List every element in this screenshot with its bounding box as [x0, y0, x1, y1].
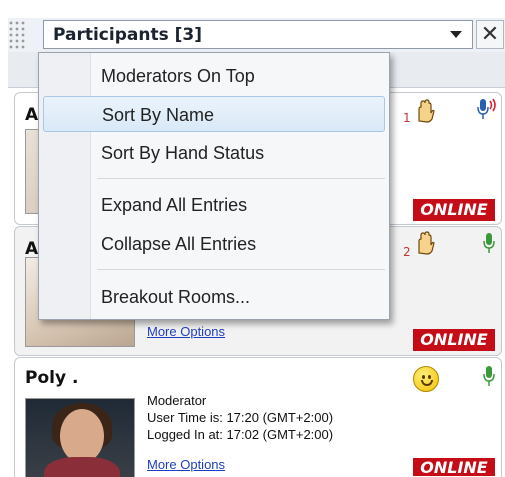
microphone-icon[interactable]	[481, 364, 497, 388]
panel-title: Participants [3]	[53, 24, 202, 45]
microphone-icon[interactable]	[481, 231, 497, 255]
menu-item-moderators-on-top[interactable]: Moderators On Top	[43, 58, 385, 94]
hand-queue-number: 2	[403, 245, 411, 259]
raised-hand-icon[interactable]	[415, 99, 435, 123]
microphone-muted-icon[interactable]	[475, 97, 499, 121]
menu-separator	[97, 269, 385, 270]
participant-name: A	[25, 239, 39, 259]
menu-item-collapse-all[interactable]: Collapse All Entries	[43, 226, 385, 262]
smiley-icon[interactable]	[413, 366, 439, 392]
participant-name: A	[25, 105, 39, 125]
chevron-down-icon[interactable]	[450, 31, 462, 38]
more-options-link[interactable]: More Options	[147, 457, 225, 472]
status-badge: ONLINE	[413, 458, 495, 477]
user-time: User Time is: 17:20 (GMT+2:00)	[147, 410, 334, 425]
raised-hand-icon[interactable]	[415, 231, 435, 255]
participant-name: Poly .	[25, 368, 79, 388]
participant-photo	[25, 398, 135, 477]
menu-item-breakout-rooms[interactable]: Breakout Rooms...	[43, 279, 385, 315]
participant-card[interactable]: Poly . Moderator User Time is: 17:20 (GM…	[14, 357, 502, 477]
drag-grip-icon[interactable]	[8, 20, 26, 50]
menu-item-expand-all[interactable]: Expand All Entries	[43, 187, 385, 223]
close-button[interactable]: ✕	[476, 20, 504, 49]
status-badge: ONLINE	[413, 329, 495, 351]
menu-separator	[97, 178, 385, 179]
participants-dropdown[interactable]: Participants [3]	[43, 20, 473, 49]
menu-item-sort-by-hand-status[interactable]: Sort By Hand Status	[43, 135, 385, 171]
participant-info: Moderator User Time is: 17:20 (GMT+2:00)…	[147, 392, 333, 443]
more-options-link[interactable]: More Options	[147, 324, 225, 339]
hand-queue-number: 1	[403, 111, 411, 125]
logged-in-time: Logged In at: 17:02 (GMT+2:00)	[147, 427, 334, 442]
sort-context-menu: Moderators On Top Sort By Name Sort By H…	[38, 52, 390, 320]
menu-item-sort-by-name[interactable]: Sort By Name	[43, 96, 385, 132]
status-badge: ONLINE	[413, 199, 495, 221]
participant-role: Moderator	[147, 393, 207, 408]
